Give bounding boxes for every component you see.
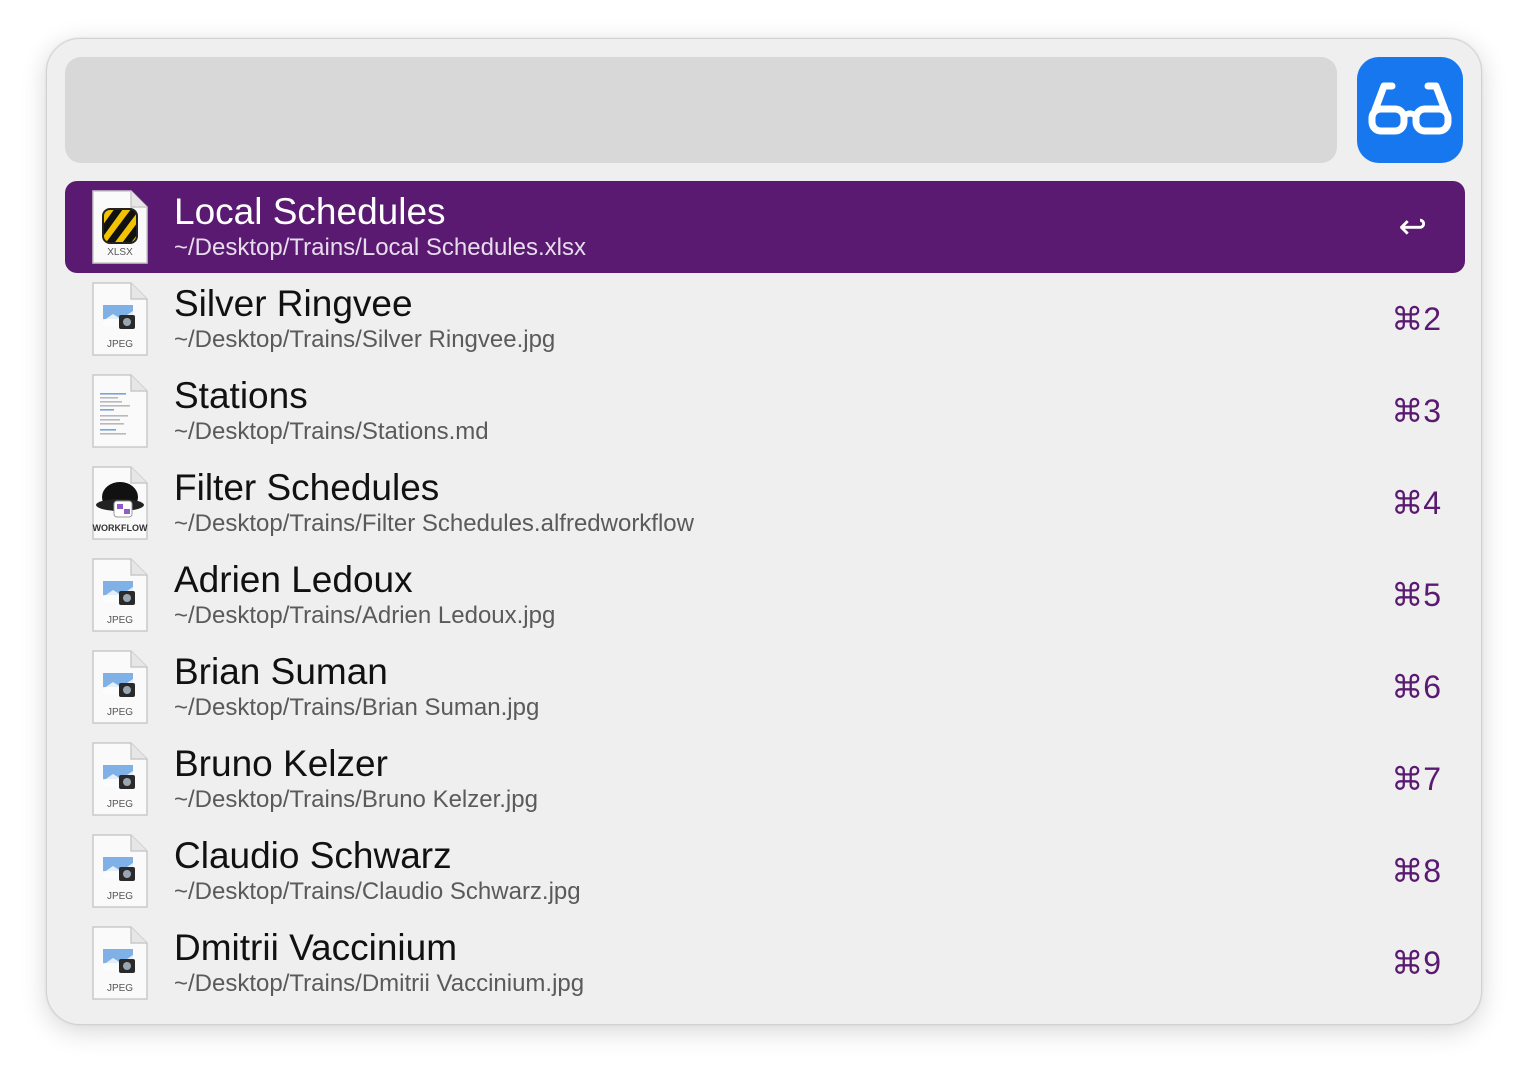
result-title: Adrien Ledoux — [174, 559, 413, 600]
results-list: XLSX Local Schedules ~/Desktop/Trains/Lo… — [65, 181, 1465, 1009]
result-title: Local Schedules — [174, 191, 446, 232]
result-path: ~/Desktop/Trains/Silver Ringvee.jpg — [174, 326, 556, 353]
result-title: Silver Ringvee — [174, 283, 413, 324]
result-row[interactable]: JPEG Adrien Ledoux ~/Desktop/Trains/Adri… — [65, 549, 1465, 641]
svg-text:XLSX: XLSX — [107, 247, 133, 258]
result-row[interactable]: JPEG Brian Suman ~/Desktop/Trains/Brian … — [65, 641, 1465, 733]
result-row[interactable]: Stations ~/Desktop/Trains/Stations.md ⌘3 — [65, 365, 1465, 457]
search-input[interactable] — [65, 57, 1337, 163]
result-path: ~/Desktop/Trains/Filter Schedules.alfred… — [174, 510, 694, 537]
jpeg-file-icon: JPEG — [89, 833, 151, 909]
shortcut-hint: ⌘3 — [1391, 393, 1441, 429]
shortcut-hint: ⌘4 — [1391, 485, 1441, 521]
shortcut-hint: ⌘7 — [1391, 761, 1441, 797]
result-path: ~/Desktop/Trains/Brian Suman.jpg — [174, 694, 540, 721]
result-title: Filter Schedules — [174, 467, 440, 508]
result-path: ~/Desktop/Trains/Adrien Ledoux.jpg — [174, 602, 556, 629]
svg-text:JPEG: JPEG — [107, 799, 133, 810]
shortcut-hint: ⌘9 — [1391, 945, 1441, 981]
workflow-file-icon: WORKFLOW — [89, 465, 151, 541]
shortcut-hint: ⌘5 — [1391, 577, 1441, 613]
result-path: ~/Desktop/Trains/Dmitrii Vaccinium.jpg — [174, 970, 585, 997]
svg-text:WORKFLOW: WORKFLOW — [93, 523, 148, 533]
alfred-window: XLSX Local Schedules ~/Desktop/Trains/Lo… — [46, 38, 1482, 1025]
shortcut-hint: ⌘6 — [1391, 669, 1441, 705]
shortcut-hint: ⌘2 — [1391, 301, 1441, 337]
alfred-glasses-icon[interactable] — [1357, 57, 1463, 163]
svg-text:JPEG: JPEG — [107, 983, 133, 994]
jpeg-file-icon: JPEG — [89, 557, 151, 633]
result-row[interactable]: JPEG Dmitrii Vaccinium ~/Desktop/Trains/… — [65, 917, 1465, 1009]
jpeg-file-icon: JPEG — [89, 741, 151, 817]
svg-text:JPEG: JPEG — [107, 707, 133, 718]
xlsx-file-icon: XLSX — [89, 189, 151, 265]
return-key-hint: ↩ — [1398, 208, 1428, 246]
jpeg-file-icon: JPEG — [89, 281, 151, 357]
svg-text:JPEG: JPEG — [107, 891, 133, 902]
result-path: ~/Desktop/Trains/Stations.md — [174, 418, 489, 445]
result-title: Stations — [174, 375, 308, 416]
svg-text:JPEG: JPEG — [107, 615, 133, 626]
result-row[interactable]: JPEG Bruno Kelzer ~/Desktop/Trains/Bruno… — [65, 733, 1465, 825]
result-row[interactable]: XLSX Local Schedules ~/Desktop/Trains/Lo… — [65, 181, 1465, 273]
jpeg-file-icon: JPEG — [89, 649, 151, 725]
result-row[interactable]: JPEG Claudio Schwarz ~/Desktop/Trains/Cl… — [65, 825, 1465, 917]
result-title: Claudio Schwarz — [174, 835, 452, 876]
result-path: ~/Desktop/Trains/Bruno Kelzer.jpg — [174, 786, 538, 813]
shortcut-hint: ⌘8 — [1391, 853, 1441, 889]
result-title: Brian Suman — [174, 651, 388, 692]
result-row[interactable]: WORKFLOW Filter Schedules ~/Desktop/Trai… — [65, 457, 1465, 549]
jpeg-file-icon: JPEG — [89, 925, 151, 1001]
markdown-file-icon — [89, 373, 151, 449]
result-path: ~/Desktop/Trains/Local Schedules.xlsx — [174, 234, 586, 261]
result-row[interactable]: JPEG Silver Ringvee ~/Desktop/Trains/Sil… — [65, 273, 1465, 365]
result-path: ~/Desktop/Trains/Claudio Schwarz.jpg — [174, 878, 581, 905]
result-title: Dmitrii Vaccinium — [174, 927, 458, 968]
result-title: Bruno Kelzer — [174, 743, 388, 784]
svg-text:JPEG: JPEG — [107, 339, 133, 350]
